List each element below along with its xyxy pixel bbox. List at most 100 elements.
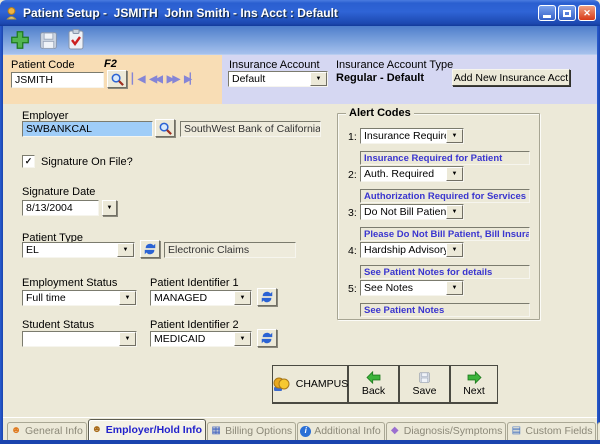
patient-identifier-2-label: Patient Identifier 2 — [150, 319, 239, 331]
insurance-account-value: Default — [229, 72, 310, 86]
alert-4-select[interactable]: Hardship Advisory ▼ — [360, 242, 464, 258]
billing-options-icon: ▦ — [210, 425, 222, 437]
employment-status-value: Full time — [23, 291, 119, 305]
verify-button[interactable] — [63, 28, 89, 53]
tab-label: General Info — [25, 425, 83, 437]
next-button[interactable]: Next — [451, 366, 497, 402]
bottom-tab-bar: ☻ General Info ☻ Employer/Hold Info ▦ Bi… — [3, 417, 597, 440]
close-button[interactable]: ✕ — [578, 5, 596, 21]
next-record-button[interactable]: ▶▶ — [167, 74, 178, 85]
dropdown-arrow-icon[interactable]: ▼ — [446, 129, 463, 143]
patient-identifier-1-label: Patient Identifier 1 — [150, 277, 239, 289]
patient-type-value: EL — [23, 243, 117, 257]
tab-custom-fields[interactable]: ▤ Custom Fields — [507, 422, 596, 440]
dropdown-arrow-icon[interactable]: ▼ — [446, 167, 463, 181]
student-status-label: Student Status — [22, 319, 94, 331]
alert-3-select[interactable]: Do Not Bill Patient ▼ — [360, 204, 464, 220]
first-record-button[interactable]: ▏◀ — [132, 74, 143, 85]
alert-5-number: 5: — [348, 283, 357, 295]
coins-icon — [272, 376, 292, 393]
champus-button[interactable]: CHAMPUS — [273, 366, 349, 402]
previous-record-button[interactable]: ◀◀ — [149, 74, 160, 85]
tab-general-info[interactable]: ☻ General Info — [7, 422, 87, 440]
maximize-icon — [563, 10, 571, 17]
save-button[interactable]: Save — [400, 366, 451, 402]
tab-billing-options[interactable]: ▦ Billing Options — [207, 422, 296, 440]
alert-2-number: 2: — [348, 169, 357, 181]
dropdown-arrow-icon[interactable]: ▼ — [234, 332, 251, 346]
checkbox-check-icon[interactable]: ✓ — [22, 155, 35, 168]
patient-code-input[interactable]: JSMITH — [11, 72, 104, 88]
patient-code-shortcut: F2 — [104, 58, 117, 70]
alert-3-number: 3: — [348, 207, 357, 219]
alert-5-description: See Patient Notes — [360, 303, 530, 317]
title-bar: Patient Setup - JSMITH John Smith - Ins … — [0, 0, 600, 26]
dropdown-arrow-icon[interactable]: ▼ — [119, 332, 136, 346]
dropdown-arrow-icon[interactable]: ▼ — [234, 291, 251, 305]
patient-setup-window: Patient Setup - JSMITH John Smith - Ins … — [0, 0, 600, 444]
employer-search-button[interactable] — [155, 119, 175, 137]
minimize-button[interactable] — [538, 5, 556, 21]
window-title: Patient Setup - JSMITH John Smith - Ins … — [23, 6, 536, 20]
dropdown-arrow-icon[interactable]: ▼ — [117, 243, 134, 257]
last-record-button[interactable]: ▶▏ — [184, 74, 195, 85]
alert-4-value: Hardship Advisory — [361, 243, 446, 257]
sync-arrows-icon — [260, 290, 274, 304]
patient-type-sync-button[interactable] — [140, 240, 160, 258]
alert-1-description: Insurance Required for Patient — [360, 151, 530, 165]
back-arrow-icon — [365, 371, 382, 384]
floppy-disk-icon — [418, 371, 431, 384]
employment-status-select[interactable]: Full time ▼ — [22, 290, 137, 306]
patient-identifier-1-sync-button[interactable] — [257, 288, 277, 306]
patient-identifier-2-select[interactable]: MEDICAID ▼ — [150, 331, 252, 347]
signature-date-label: Signature Date — [22, 186, 95, 198]
alert-1-select[interactable]: Insurance Required ▼ — [360, 128, 464, 144]
alert-3-value: Do Not Bill Patient — [361, 205, 446, 219]
dropdown-arrow-icon[interactable]: ▼ — [310, 72, 327, 86]
back-button[interactable]: Back — [349, 366, 400, 402]
patient-identifier-1-value: MANAGED — [151, 291, 234, 305]
insurance-account-select[interactable]: Default ▼ — [228, 71, 328, 87]
record-navigation: ▏◀ ◀◀ ▶▶ ▶▏ — [132, 74, 196, 85]
employer-input[interactable]: SWBANKCAL — [22, 121, 153, 137]
save-toolbar-button[interactable] — [35, 28, 61, 53]
maximize-button[interactable] — [558, 5, 576, 21]
signature-on-file-label: Signature On File? — [41, 156, 133, 168]
signature-on-file-checkbox[interactable]: ✓ Signature On File? — [22, 155, 133, 168]
add-new-insurance-button[interactable]: Add New Insurance Acct — [452, 69, 570, 86]
tab-employer-hold-info[interactable]: ☻ Employer/Hold Info — [88, 419, 206, 440]
employer-name-field: SouthWest Bank of California — [180, 121, 321, 137]
dropdown-arrow-icon[interactable]: ▼ — [119, 291, 136, 305]
champus-label: CHAMPUS — [296, 378, 349, 390]
action-bar: CHAMPUS Back Save Next — [272, 365, 498, 404]
patient-identifier-2-sync-button[interactable] — [257, 329, 277, 347]
tab-label: Billing Options — [225, 425, 292, 437]
insurance-account-label: Insurance Account — [229, 59, 320, 71]
patient-identifier-1-select[interactable]: MANAGED ▼ — [150, 290, 252, 306]
next-arrow-icon — [466, 371, 483, 384]
floppy-disk-icon — [38, 30, 59, 51]
custom-fields-icon: ▤ — [510, 425, 522, 437]
dropdown-arrow-icon[interactable]: ▼ — [446, 243, 463, 257]
dropdown-arrow-icon[interactable]: ▼ — [446, 281, 463, 295]
student-status-value — [23, 332, 119, 346]
tab-additional-info[interactable]: i Additional Info — [297, 422, 385, 440]
patient-code-search-button[interactable] — [107, 70, 127, 88]
alert-1-value: Insurance Required — [361, 129, 446, 143]
dropdown-arrow-icon[interactable]: ▼ — [446, 205, 463, 219]
alert-1-number: 1: — [348, 131, 357, 143]
alert-5-select[interactable]: See Notes ▼ — [360, 280, 464, 296]
tab-diagnosis-symptoms[interactable]: ◆ Diagnosis/Symptoms — [386, 422, 507, 440]
alert-2-select[interactable]: Auth. Required ▼ — [360, 166, 464, 182]
alert-5-value: See Notes — [361, 281, 446, 295]
new-patient-button[interactable] — [7, 28, 33, 53]
patient-type-select[interactable]: EL ▼ — [22, 242, 135, 258]
alert-2-description: Authorization Required for Services — [360, 189, 530, 203]
signature-date-dropdown-button[interactable]: ▼ — [102, 200, 117, 216]
alert-4-number: 4: — [348, 245, 357, 257]
alert-codes-title: Alert Codes — [346, 107, 414, 119]
employer-hold-info-icon: ☻ — [91, 424, 103, 436]
student-status-select[interactable]: ▼ — [22, 331, 137, 347]
signature-date-input[interactable]: 8/13/2004 — [22, 200, 99, 216]
tab-label: Custom Fields — [525, 425, 592, 437]
